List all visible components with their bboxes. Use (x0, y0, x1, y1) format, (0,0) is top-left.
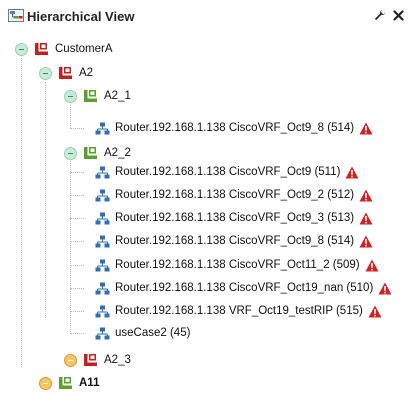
close-icon[interactable] (392, 8, 404, 22)
tree-node-a2-3[interactable]: A2_3 (64, 351, 131, 369)
network-device-icon (95, 327, 110, 339)
network-device-icon (95, 235, 110, 247)
red-group-icon (84, 354, 97, 366)
tree-leaf-usecase[interactable]: useCase2 (45) (95, 324, 190, 342)
node-label: Router.192.168.1.138 VRF_Oct19_testRIP (… (115, 305, 363, 317)
node-label: useCase2 (45) (115, 327, 191, 339)
collapse-toggle-icon[interactable] (15, 42, 28, 56)
node-label: Router.192.168.1.138 CiscoVRF_Oct9_2 (51… (115, 189, 355, 201)
tree-connector (70, 172, 84, 173)
node-label: A2_1 (104, 90, 131, 102)
tree-connector (45, 82, 46, 318)
network-device-icon (95, 166, 110, 178)
tree-connector (70, 218, 84, 219)
alert-icon (365, 259, 379, 271)
panel-header: Hierarchical View (0, 0, 410, 32)
tree-connector (70, 105, 71, 128)
node-label: Router.192.168.1.138 CiscoVRF_Oct11_2 (5… (115, 259, 360, 271)
tree-connector (70, 333, 84, 334)
green-group-icon (84, 147, 97, 159)
network-device-icon (95, 212, 110, 224)
green-group-icon (59, 377, 72, 389)
node-label: A2 (79, 67, 94, 79)
tree-node-customera[interactable]: CustomerA (15, 40, 113, 58)
network-device-icon (95, 305, 110, 317)
tree-leaf-router[interactable]: Router.192.168.1.138 CiscoVRF_Oct9_8 (51… (95, 119, 373, 137)
tree-connector (70, 128, 84, 129)
header-tools (374, 8, 404, 22)
network-device-icon (95, 189, 110, 201)
tree-connector (70, 288, 84, 289)
collapse-toggle-icon[interactable] (64, 89, 77, 103)
tree-leaf-router[interactable]: Router.192.168.1.138 CiscoVRF_Oct11_2 (5… (95, 256, 379, 274)
network-device-icon (95, 259, 110, 271)
tree-connector (70, 265, 84, 266)
tree-connector (70, 241, 84, 242)
network-device-icon (95, 282, 110, 294)
tree-leaf-router[interactable]: Router.192.168.1.138 CiscoVRF_Oct19_nan … (95, 279, 392, 297)
alert-icon (359, 235, 373, 247)
tree-leaf-router[interactable]: Router.192.168.1.138 CiscoVRF_Oct9_8 (51… (95, 232, 373, 250)
expand-toggle-icon[interactable] (64, 353, 77, 367)
alert-icon (359, 212, 373, 224)
tree-connector (70, 195, 84, 196)
alert-icon (359, 122, 373, 134)
node-label: A2_3 (104, 354, 131, 366)
tree-node-a2-1[interactable]: A2_1 (64, 87, 131, 105)
tree-leaf-router[interactable]: Router.192.168.1.138 CiscoVRF_Oct9_2 (51… (95, 186, 373, 204)
alert-icon (378, 282, 392, 294)
node-label: Router.192.168.1.138 CiscoVRF_Oct9_3 (51… (115, 212, 355, 224)
node-label: A11 (79, 377, 100, 389)
alert-icon (359, 189, 373, 201)
panel-title: Hierarchical View (27, 9, 135, 24)
red-group-icon (59, 67, 72, 79)
collapse-toggle-icon[interactable] (39, 66, 52, 80)
node-label: CustomerA (55, 43, 113, 55)
tree-connector (70, 154, 71, 332)
tree-leaf-router[interactable]: Router.192.168.1.138 CiscoVRF_Oct9_3 (51… (95, 209, 373, 227)
green-group-icon (84, 90, 97, 102)
tree-leaf-router[interactable]: Router.192.168.1.138 VRF_Oct19_testRIP (… (95, 302, 382, 320)
node-label: Router.192.168.1.138 CiscoVRF_Oct9_8 (51… (115, 122, 355, 134)
red-group-icon (35, 43, 48, 55)
wrench-icon[interactable] (374, 8, 386, 22)
alert-icon (368, 305, 382, 317)
hierarchy-tree: CustomerA A2 A2_1 Router.192.168.1.138 C… (0, 40, 410, 394)
tree-connector (70, 311, 84, 312)
node-label: Router.192.168.1.138 CiscoVRF_Oct9_8 (51… (115, 235, 355, 247)
alert-icon (345, 166, 359, 178)
tree-leaf-router[interactable]: Router.192.168.1.138 CiscoVRF_Oct9 (511) (95, 163, 359, 181)
hierarchy-view-icon (8, 9, 24, 22)
tree-connector (21, 58, 22, 367)
tree-node-a2-2[interactable]: A2_2 (64, 144, 131, 162)
node-label: A2_2 (104, 147, 131, 159)
collapse-toggle-icon[interactable] (64, 146, 77, 160)
node-label: Router.192.168.1.138 CiscoVRF_Oct19_nan … (115, 282, 374, 294)
tree-node-a2[interactable]: A2 (39, 64, 93, 82)
expand-toggle-icon[interactable] (39, 376, 52, 390)
network-device-icon (95, 122, 110, 134)
node-label: Router.192.168.1.138 CiscoVRF_Oct9 (511) (115, 166, 341, 178)
tree-node-a11[interactable]: A11 (39, 374, 99, 392)
